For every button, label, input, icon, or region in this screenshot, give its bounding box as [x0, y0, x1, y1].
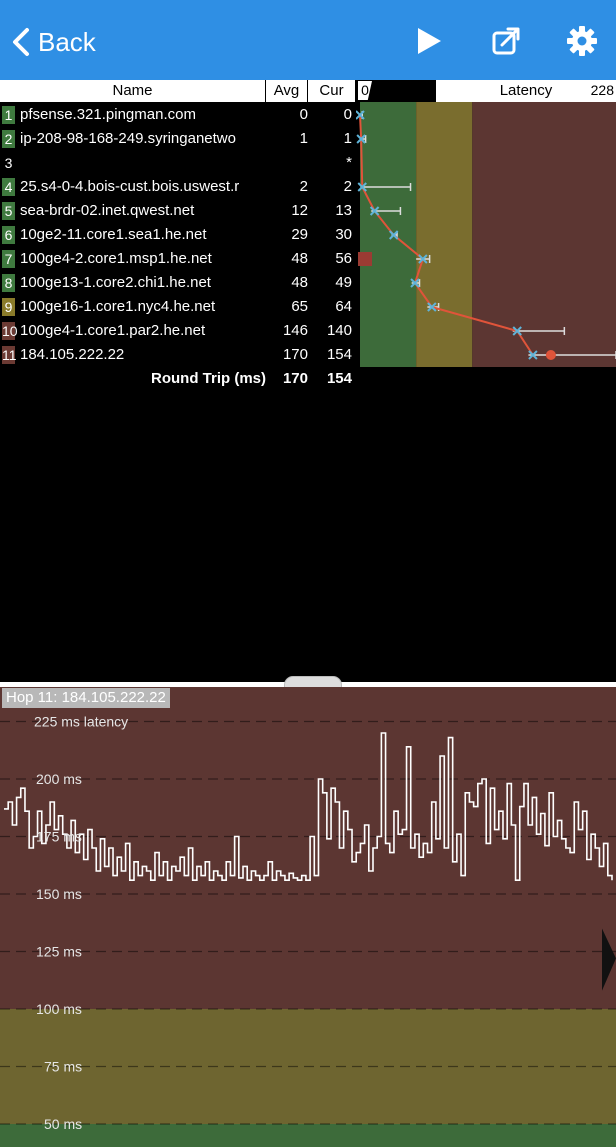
- hop-hostname: 100ge13-1.core2.chi1.he.net: [20, 274, 211, 291]
- column-header-name[interactable]: Name: [0, 80, 266, 102]
- column-header-cur[interactable]: Cur: [308, 80, 356, 102]
- hop-row[interactable]: 11 184.105.222.22 170 154: [0, 343, 356, 367]
- gridline-label: 75 ms: [44, 1059, 82, 1075]
- latency-zone-band: [0, 1124, 616, 1147]
- settings-button[interactable]: [564, 22, 600, 60]
- hop-number: 1: [2, 106, 15, 124]
- back-button[interactable]: Back: [10, 22, 96, 62]
- hop-hostname: sea-brdr-02.inet.qwest.net: [20, 202, 195, 219]
- hop-row[interactable]: 3 *: [0, 151, 356, 175]
- hop-cur: 2: [343, 178, 352, 195]
- play-icon: [418, 28, 441, 54]
- share-button[interactable]: [488, 22, 524, 60]
- hop-number: 11: [2, 346, 17, 364]
- gridline-label: 100 ms: [36, 1001, 82, 1017]
- hop-row[interactable]: 4 25.s4-0-4.bois-cust.bois.uswest.r 2 2: [0, 175, 356, 199]
- hop-number: 6: [2, 226, 15, 244]
- column-header-avg[interactable]: Avg: [266, 80, 308, 102]
- latency-min-label: 0: [358, 81, 372, 100]
- gridline-label: 50 ms: [44, 1116, 82, 1132]
- hop-hostname: 100ge4-2.core1.msp1.he.net: [20, 250, 212, 267]
- hop-row[interactable]: 6 10ge2-11.core1.sea1.he.net 29 30: [0, 223, 356, 247]
- latency-time-graph[interactable]: 225 ms latency 200 ms 175 ms 150 ms 125 ms 10…: [0, 687, 616, 1147]
- hop-cur: 154: [326, 346, 352, 363]
- hop-cur: 0: [343, 106, 352, 123]
- hop-row[interactable]: 10 100ge4-1.core1.par2.he.net 146 140: [0, 319, 356, 343]
- gridline-label: 175 ms: [36, 829, 82, 845]
- hop-avg: 48: [291, 250, 308, 267]
- hop-cur: 1: [343, 130, 352, 147]
- chevron-left-icon: [13, 28, 29, 56]
- latency-chart: [356, 102, 616, 367]
- hop-cur: 13: [335, 202, 352, 219]
- hop-avg: 0: [299, 106, 308, 123]
- hop-number: 4: [2, 178, 15, 196]
- hop-cur: 140: [326, 322, 352, 339]
- hop-hostname: 184.105.222.22: [20, 346, 125, 363]
- hop-avg: 48: [291, 274, 308, 291]
- play-button[interactable]: [410, 22, 446, 60]
- hop-cur: 56: [335, 250, 352, 267]
- latency-zone: [416, 102, 473, 367]
- hop-avg: 170: [282, 346, 308, 363]
- hop-row[interactable]: 7 100ge4-2.core1.msp1.he.net 48 56: [0, 247, 356, 271]
- hop-hostname: 25.s4-0-4.bois-cust.bois.uswest.r: [20, 178, 240, 195]
- gear-icon: [567, 26, 597, 56]
- share-icon: [492, 27, 520, 55]
- hop-cur: 49: [335, 274, 352, 291]
- hop-row[interactable]: 9 100ge16-1.core1.nyc4.he.net 65 64: [0, 295, 356, 319]
- gridline-label: 200 ms: [36, 771, 82, 787]
- hop-row[interactable]: 1 pfsense.321.pingman.com 0 0: [0, 103, 356, 127]
- hop-number: 7: [2, 250, 15, 268]
- hop-avg: 2: [299, 178, 308, 195]
- round-trip-row: Round Trip (ms) 170 154: [0, 367, 356, 391]
- hop-hostname: 10ge2-11.core1.sea1.he.net: [20, 226, 207, 243]
- hop-number: 10: [2, 322, 18, 340]
- hop-avg: 1: [299, 130, 308, 147]
- round-trip-avg: 170: [282, 370, 308, 387]
- round-trip-cur: 154: [326, 370, 352, 387]
- hop-avg: 12: [291, 202, 308, 219]
- navigation-bar: Back: [0, 0, 616, 80]
- column-header-latency[interactable]: 0 Latency 228: [356, 80, 616, 102]
- hop-row[interactable]: 5 sea-brdr-02.inet.qwest.net 12 13: [0, 199, 356, 223]
- graph-hop-title: Hop 11: 184.105.222.22: [2, 688, 170, 708]
- packet-loss-marker: [358, 252, 372, 266]
- hop-hostname: ip-208-98-168-249.syringanetwo: [20, 130, 236, 147]
- gridline-label: 225 ms latency: [34, 714, 128, 730]
- latency-zone: [360, 102, 417, 367]
- gridline-label: 125 ms: [36, 944, 82, 960]
- hop-number: 8: [2, 274, 15, 292]
- hop-avg: 65: [291, 298, 308, 315]
- hop-number: 5: [2, 202, 15, 220]
- hop-hostname: pfsense.321.pingman.com: [20, 106, 196, 123]
- hop-cur: 30: [335, 226, 352, 243]
- latency-endpoint: [545, 350, 556, 360]
- hop-hostname: 100ge4-1.core1.par2.he.net: [20, 322, 206, 339]
- hop-row[interactable]: 2 ip-208-98-168-249.syringanetwo 1 1: [0, 127, 356, 151]
- hop-hostname: 100ge16-1.core1.nyc4.he.net: [20, 298, 216, 315]
- latency-zone: [472, 102, 616, 367]
- hop-cur: 64: [335, 298, 352, 315]
- hop-row[interactable]: 8 100ge13-1.core2.chi1.he.net 48 49: [0, 271, 356, 295]
- hop-number: 2: [2, 130, 15, 148]
- hop-avg: 29: [291, 226, 308, 243]
- back-label: Back: [38, 26, 96, 57]
- round-trip-label: Round Trip (ms): [151, 370, 266, 387]
- gridline-label: 150 ms: [36, 886, 82, 902]
- hop-number: 9: [2, 298, 15, 316]
- hop-cur: *: [346, 154, 352, 171]
- hop-number: 3: [4, 155, 13, 171]
- hop-avg: 146: [282, 322, 308, 339]
